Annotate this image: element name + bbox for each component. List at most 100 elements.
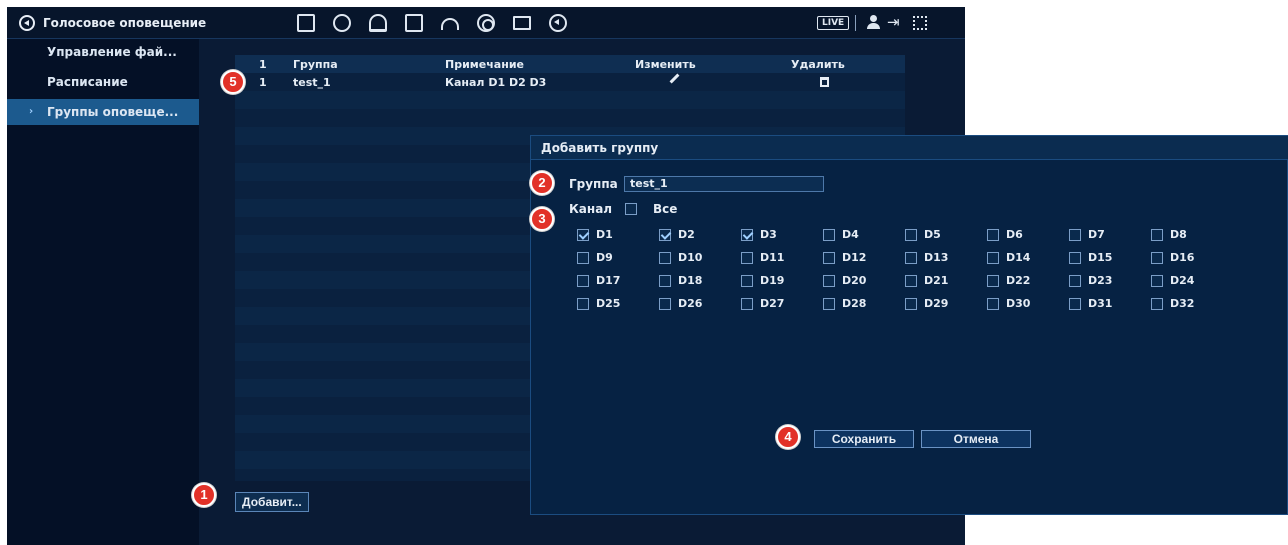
channel-checkbox[interactable] — [823, 252, 835, 264]
channel-label: D1 — [596, 228, 613, 241]
table-row-empty — [235, 109, 905, 127]
channel-label: D22 — [1006, 274, 1031, 287]
add-group-button[interactable]: Добавит... — [235, 492, 309, 512]
channel-label: Канал — [569, 202, 613, 216]
save-button[interactable]: Сохранить — [814, 430, 914, 448]
channel-checkbox[interactable] — [659, 252, 671, 264]
top-menu-bar: Голосовое оповещение LIVE ⇥ — [7, 7, 965, 39]
display-icon[interactable] — [513, 16, 531, 30]
row-group: test_1 — [293, 76, 331, 89]
channel-label: D25 — [596, 297, 621, 310]
channel-checkbox[interactable] — [577, 229, 589, 241]
select-all-label: Все — [653, 202, 678, 216]
channel-checkbox[interactable] — [577, 275, 589, 287]
channel-checkbox[interactable] — [823, 275, 835, 287]
channel-label: D29 — [924, 297, 949, 310]
column-header-edit: Изменить — [635, 58, 696, 71]
separator — [855, 15, 856, 31]
channel-checkbox[interactable] — [1151, 252, 1163, 264]
channel-checkbox[interactable] — [987, 229, 999, 241]
channel-label: D30 — [1006, 297, 1031, 310]
channel-label: D10 — [678, 251, 703, 264]
add-group-dialog: Добавить группу Группа test_1 Канал Все … — [530, 135, 1288, 515]
channel-checkbox[interactable] — [987, 298, 999, 310]
channel-checkbox[interactable] — [823, 229, 835, 241]
channel-label: D14 — [1006, 251, 1031, 264]
channel-checkbox[interactable] — [905, 229, 917, 241]
network-icon[interactable] — [441, 18, 459, 30]
channel-checkbox[interactable] — [741, 275, 753, 287]
channel-checkbox[interactable] — [1069, 298, 1081, 310]
channel-label: D31 — [1088, 297, 1113, 310]
cancel-button[interactable]: Отмена — [921, 430, 1031, 448]
user-icon[interactable] — [867, 15, 880, 31]
ai-face-icon[interactable] — [333, 14, 351, 32]
channel-checkbox[interactable] — [741, 252, 753, 264]
channel-label: D3 — [760, 228, 777, 241]
channel-label: D12 — [842, 251, 867, 264]
channel-label: D27 — [760, 297, 785, 310]
channel-checkbox[interactable] — [987, 252, 999, 264]
channel-label: D32 — [1170, 297, 1195, 310]
column-header-group: Группа — [293, 58, 338, 71]
channel-checkbox[interactable] — [659, 275, 671, 287]
channel-checkbox[interactable] — [1151, 275, 1163, 287]
channel-label: D9 — [596, 251, 613, 264]
table-row-empty — [235, 91, 905, 109]
channel-checkbox[interactable] — [659, 298, 671, 310]
select-all-checkbox[interactable] — [625, 203, 637, 215]
channel-checkbox[interactable] — [1151, 229, 1163, 241]
module-title[interactable]: Голосовое оповещение — [19, 15, 206, 31]
callout-marker: 3 — [530, 207, 554, 231]
channel-label: D7 — [1088, 228, 1105, 241]
channel-checkbox[interactable] — [823, 298, 835, 310]
sidebar-item-label: Группы оповеще... — [47, 105, 179, 119]
channel-label: D8 — [1170, 228, 1187, 241]
channel-checkbox[interactable] — [905, 252, 917, 264]
channel-checkbox[interactable] — [1069, 229, 1081, 241]
storage-icon[interactable] — [405, 14, 423, 32]
table-header: 1 Группа Примечание Изменить Удалить — [235, 55, 905, 73]
live-button[interactable]: LIVE — [817, 16, 850, 30]
channel-label: D18 — [678, 274, 703, 287]
camera-icon[interactable] — [477, 14, 495, 32]
channel-label: D2 — [678, 228, 695, 241]
channel-label: D11 — [760, 251, 785, 264]
channel-checkbox[interactable] — [741, 229, 753, 241]
edit-pencil-icon[interactable] — [669, 73, 680, 84]
channel-checkbox[interactable] — [905, 275, 917, 287]
channel-label: D16 — [1170, 251, 1195, 264]
table-row[interactable]: 1 test_1 Канал D1 D2 D3 — [235, 73, 905, 91]
logout-icon[interactable]: ⇥ — [887, 13, 900, 31]
speaker-icon — [19, 15, 35, 31]
channel-checkbox[interactable] — [987, 275, 999, 287]
module-title-label: Голосовое оповещение — [43, 16, 207, 30]
qr-code-icon[interactable] — [913, 16, 927, 30]
channel-label: D6 — [1006, 228, 1023, 241]
channel-checkbox[interactable] — [1151, 298, 1163, 310]
channel-label: D26 — [678, 297, 703, 310]
sidebar-item-alert-groups[interactable]: › Группы оповеще... — [7, 99, 199, 125]
callout-marker: 2 — [530, 171, 554, 195]
channel-checkbox[interactable] — [577, 252, 589, 264]
channel-checkbox[interactable] — [741, 298, 753, 310]
channel-checkbox[interactable] — [905, 298, 917, 310]
channel-checkbox[interactable] — [659, 229, 671, 241]
sidebar-item-label: Расписание — [47, 75, 128, 89]
sidebar-item-file-management[interactable]: Управление фай... — [7, 39, 199, 65]
sidebar: Управление фай... Расписание › Группы оп… — [7, 39, 199, 545]
sidebar-item-label: Управление фай... — [47, 45, 177, 59]
channel-label: D4 — [842, 228, 859, 241]
audio-icon[interactable] — [549, 14, 567, 32]
sidebar-item-schedule[interactable]: Расписание — [7, 69, 199, 95]
playback-icon[interactable] — [297, 14, 315, 32]
channel-label: D13 — [924, 251, 949, 264]
channel-label: D24 — [1170, 274, 1195, 287]
group-name-input[interactable]: test_1 — [624, 176, 824, 192]
delete-trash-icon[interactable] — [820, 77, 829, 87]
channel-checkbox[interactable] — [1069, 275, 1081, 287]
channel-checkbox[interactable] — [577, 298, 589, 310]
alarm-icon[interactable] — [369, 14, 387, 32]
channel-label: D20 — [842, 274, 867, 287]
channel-checkbox[interactable] — [1069, 252, 1081, 264]
